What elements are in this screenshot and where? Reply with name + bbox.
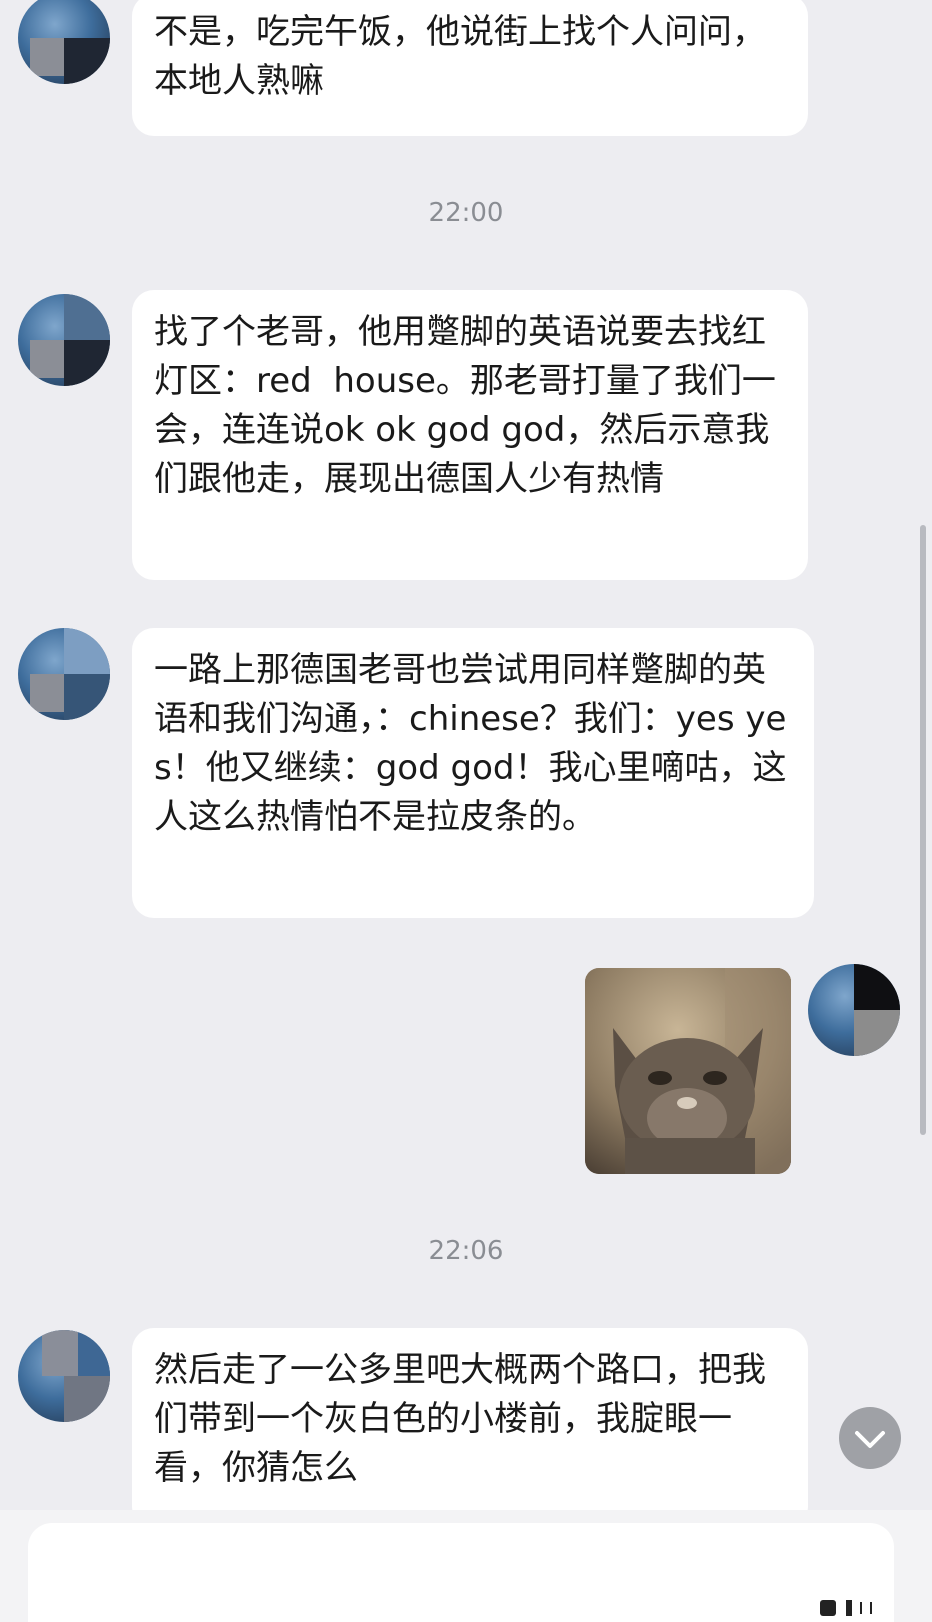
message-timestamp: 22:06 [428,1236,504,1266]
cat-meme-image [585,968,791,1174]
image-message[interactable] [585,968,791,1174]
contact-avatar[interactable] [18,0,110,84]
message-bubble[interactable]: 一路上那德国老哥也尝试用同样蹩脚的英语和我们沟通，：chinese？我们：yes… [132,628,814,918]
scrollbar[interactable] [920,525,926,1135]
message-input[interactable] [28,1523,894,1622]
message-timestamp: 22:00 [428,198,504,228]
contact-avatar[interactable] [18,628,110,720]
contact-avatar[interactable] [18,1330,110,1422]
contact-avatar[interactable] [18,294,110,386]
chevron-down-icon [855,1431,885,1448]
message-bubble[interactable]: 找了个老哥，他用蹩脚的英语说要去找红灯区：red house。那老哥打量了我们一… [132,290,808,580]
input-icon [820,1600,872,1616]
message-bubble[interactable]: 不是，吃完午饭，他说街上找个人问问，本地人熟嘛 [132,0,808,136]
self-avatar[interactable] [808,964,900,1056]
message-bubble[interactable]: 然后走了一公多里吧大概两个路口，把我们带到一个灰白色的小楼前，我腚眼一看，你猜怎… [132,1328,808,1510]
chat-message-list[interactable]: 不是，吃完午饭，他说街上找个人问问，本地人熟嘛 22:00 找了个老哥，他用蹩脚… [0,0,932,1510]
scroll-to-bottom-button[interactable] [839,1407,901,1469]
